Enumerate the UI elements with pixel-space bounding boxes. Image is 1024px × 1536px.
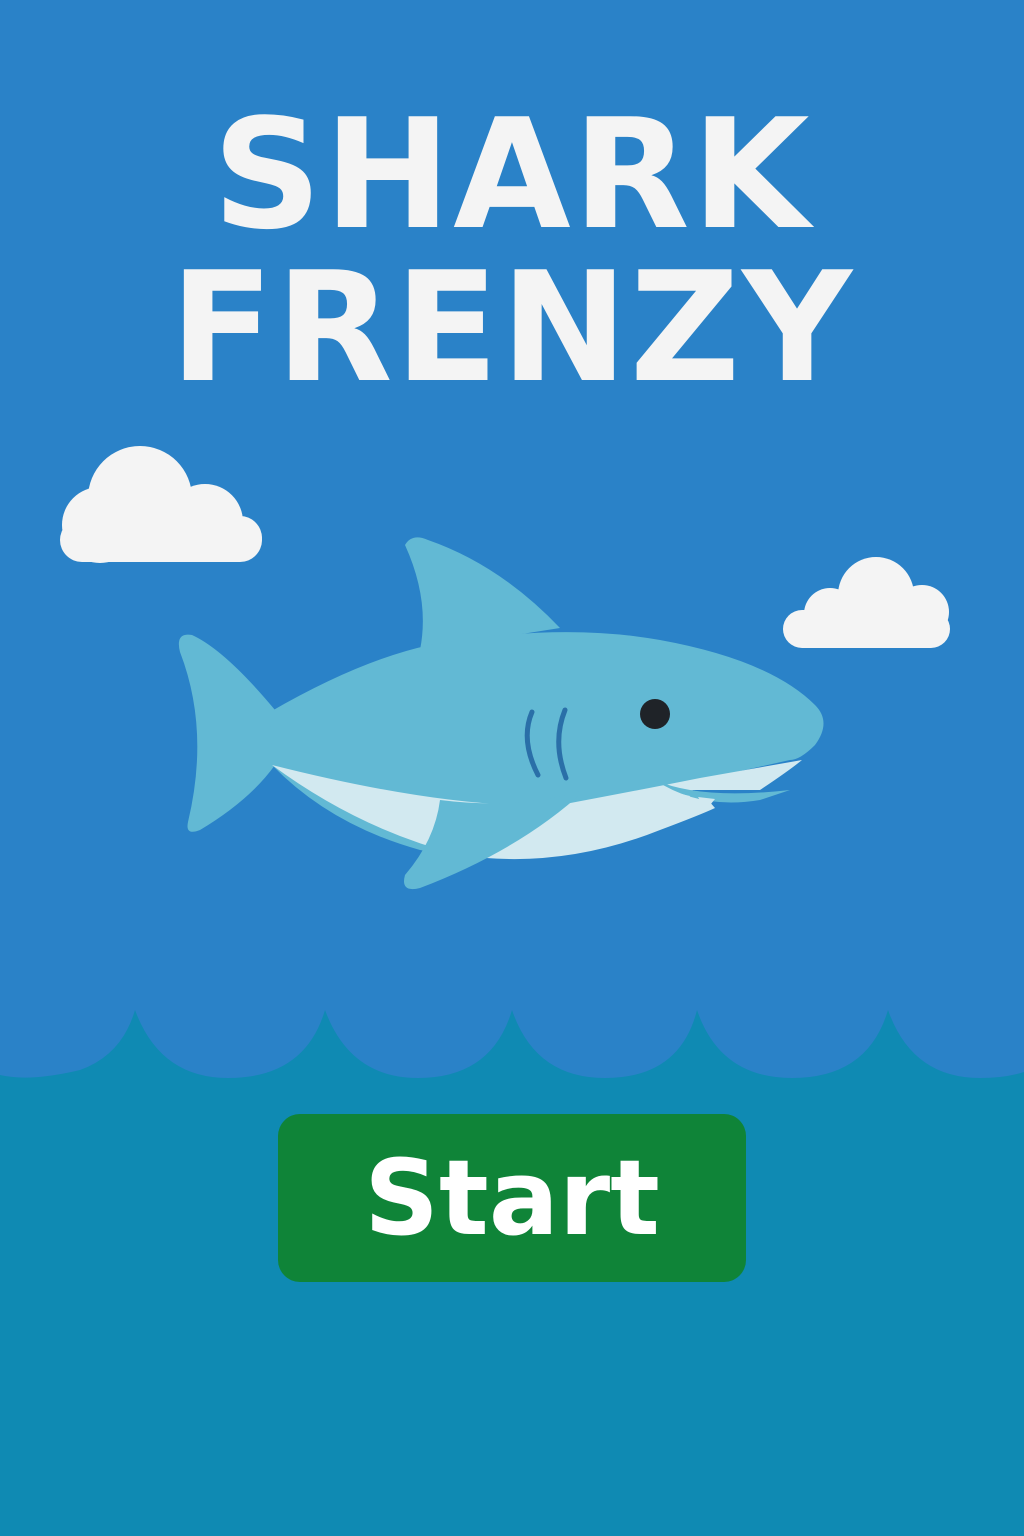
game-title-line-2: FRENZY bbox=[169, 239, 855, 416]
title-screen: SHARK FRENZY Start bbox=[0, 0, 1024, 1536]
cloud-icon bbox=[783, 557, 950, 648]
cloud-icon bbox=[60, 446, 262, 563]
start-button[interactable]: Start bbox=[278, 1114, 746, 1282]
shark-icon bbox=[178, 537, 824, 890]
game-title-line-1: SHARK bbox=[212, 86, 812, 263]
